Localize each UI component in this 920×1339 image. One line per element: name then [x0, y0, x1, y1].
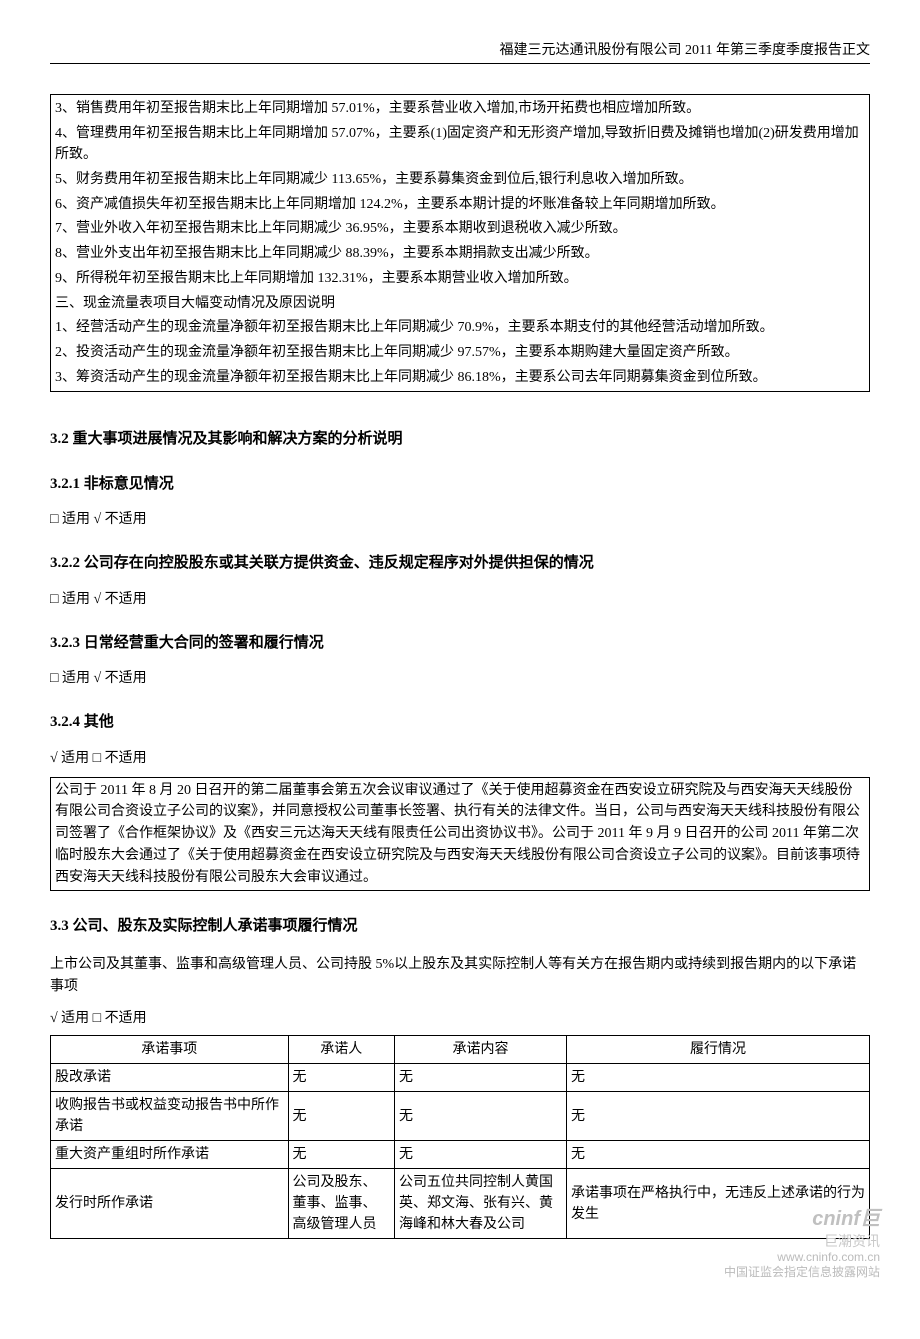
analysis-box: 3、销售费用年初至报告期末比上年同期增加 57.01%，主要系营业收入增加,市场…: [50, 94, 870, 392]
cell: 无: [566, 1092, 869, 1141]
cell: 无: [566, 1141, 869, 1169]
cell: 收购报告书或权益变动报告书中所作承诺: [51, 1092, 289, 1141]
th-status: 履行情况: [566, 1036, 869, 1064]
heading-3-2-4: 3.2.4 其他: [50, 711, 870, 734]
box1-line: 9、所得税年初至报告期末比上年同期增加 132.31%，主要系本期营业收入增加所…: [55, 268, 865, 290]
cell: 无: [288, 1092, 394, 1141]
watermark-desc: 中国证监会指定信息披露网站: [724, 1265, 880, 1281]
th-content: 承诺内容: [394, 1036, 566, 1064]
applicable-checkbox: □ 适用 √ 不适用: [50, 509, 870, 530]
box1-line: 3、销售费用年初至报告期末比上年同期增加 57.01%，主要系营业收入增加,市场…: [55, 98, 865, 120]
cell: 公司五位共同控制人黄国英、郑文海、张有兴、黄海峰和林大春及公司: [394, 1169, 566, 1239]
table-header-row: 承诺事项 承诺人 承诺内容 履行情况: [51, 1036, 870, 1064]
other-matters-box: 公司于 2011 年 8 月 20 日召开的第二届董事会第五次会议审议通过了《关…: [50, 777, 870, 891]
cell: 无: [288, 1141, 394, 1169]
watermark: cninf巨 巨潮资讯 www.cninfo.com.cn 中国证监会指定信息披…: [724, 1206, 880, 1281]
table-row: 股改承诺 无 无 无: [51, 1064, 870, 1092]
box1-line: 4、管理费用年初至报告期末比上年同期增加 57.07%，主要系(1)固定资产和无…: [55, 123, 865, 166]
box1-line: 7、营业外收入年初至报告期末比上年同期减少 36.95%，主要系本期收到退税收入…: [55, 218, 865, 240]
box1-line: 3、筹资活动产生的现金流量净额年初至报告期末比上年同期减少 86.18%，主要系…: [55, 367, 865, 389]
cell: 无: [394, 1064, 566, 1092]
box1-line: 2、投资活动产生的现金流量净额年初至报告期末比上年同期减少 97.57%，主要系…: [55, 342, 865, 364]
cell: 重大资产重组时所作承诺: [51, 1141, 289, 1169]
box1-line: 5、财务费用年初至报告期末比上年同期减少 113.65%，主要系募集资金到位后,…: [55, 169, 865, 191]
th-person: 承诺人: [288, 1036, 394, 1064]
page-header: 福建三元达通讯股份有限公司 2011 年第三季度季度报告正文: [50, 40, 870, 64]
cell: 无: [566, 1064, 869, 1092]
box1-line: 8、营业外支出年初至报告期末比上年同期减少 88.39%，主要系本期捐款支出减少…: [55, 243, 865, 265]
commitment-intro: 上市公司及其董事、监事和高级管理人员、公司持股 5%以上股东及其实际控制人等有关…: [50, 954, 870, 999]
applicable-checkbox: □ 适用 √ 不适用: [50, 668, 870, 689]
applicable-checkbox: √ 适用 □ 不适用: [50, 1008, 870, 1029]
box1-line: 三、现金流量表项目大幅变动情况及原因说明: [55, 293, 865, 315]
box1-line: 6、资产减值损失年初至报告期末比上年同期增加 124.2%，主要系本期计提的坏账…: [55, 194, 865, 216]
heading-3-2-3: 3.2.3 日常经营重大合同的签署和履行情况: [50, 632, 870, 655]
heading-3-2-1: 3.2.1 非标意见情况: [50, 473, 870, 496]
cell: 公司及股东、董事、监事、高级管理人员: [288, 1169, 394, 1239]
table-row: 重大资产重组时所作承诺 无 无 无: [51, 1141, 870, 1169]
cell: 无: [394, 1092, 566, 1141]
applicable-checkbox: □ 适用 √ 不适用: [50, 589, 870, 610]
table-row: 收购报告书或权益变动报告书中所作承诺 无 无 无: [51, 1092, 870, 1141]
watermark-logo: cninf巨: [724, 1206, 880, 1232]
heading-3-2: 3.2 重大事项进展情况及其影响和解决方案的分析说明: [50, 428, 870, 451]
applicable-checkbox: √ 适用 □ 不适用: [50, 748, 870, 769]
watermark-url: www.cninfo.com.cn: [724, 1250, 880, 1266]
box1-line: 1、经营活动产生的现金流量净额年初至报告期末比上年同期减少 70.9%，主要系本…: [55, 317, 865, 339]
cell: 发行时所作承诺: [51, 1169, 289, 1239]
watermark-cn: 巨潮资讯: [724, 1232, 880, 1250]
heading-3-2-2: 3.2.2 公司存在向控股股东或其关联方提供资金、违反规定程序对外提供担保的情况: [50, 552, 870, 575]
th-item: 承诺事项: [51, 1036, 289, 1064]
heading-3-3: 3.3 公司、股东及实际控制人承诺事项履行情况: [50, 915, 870, 938]
cell: 无: [394, 1141, 566, 1169]
cell: 股改承诺: [51, 1064, 289, 1092]
cell: 无: [288, 1064, 394, 1092]
